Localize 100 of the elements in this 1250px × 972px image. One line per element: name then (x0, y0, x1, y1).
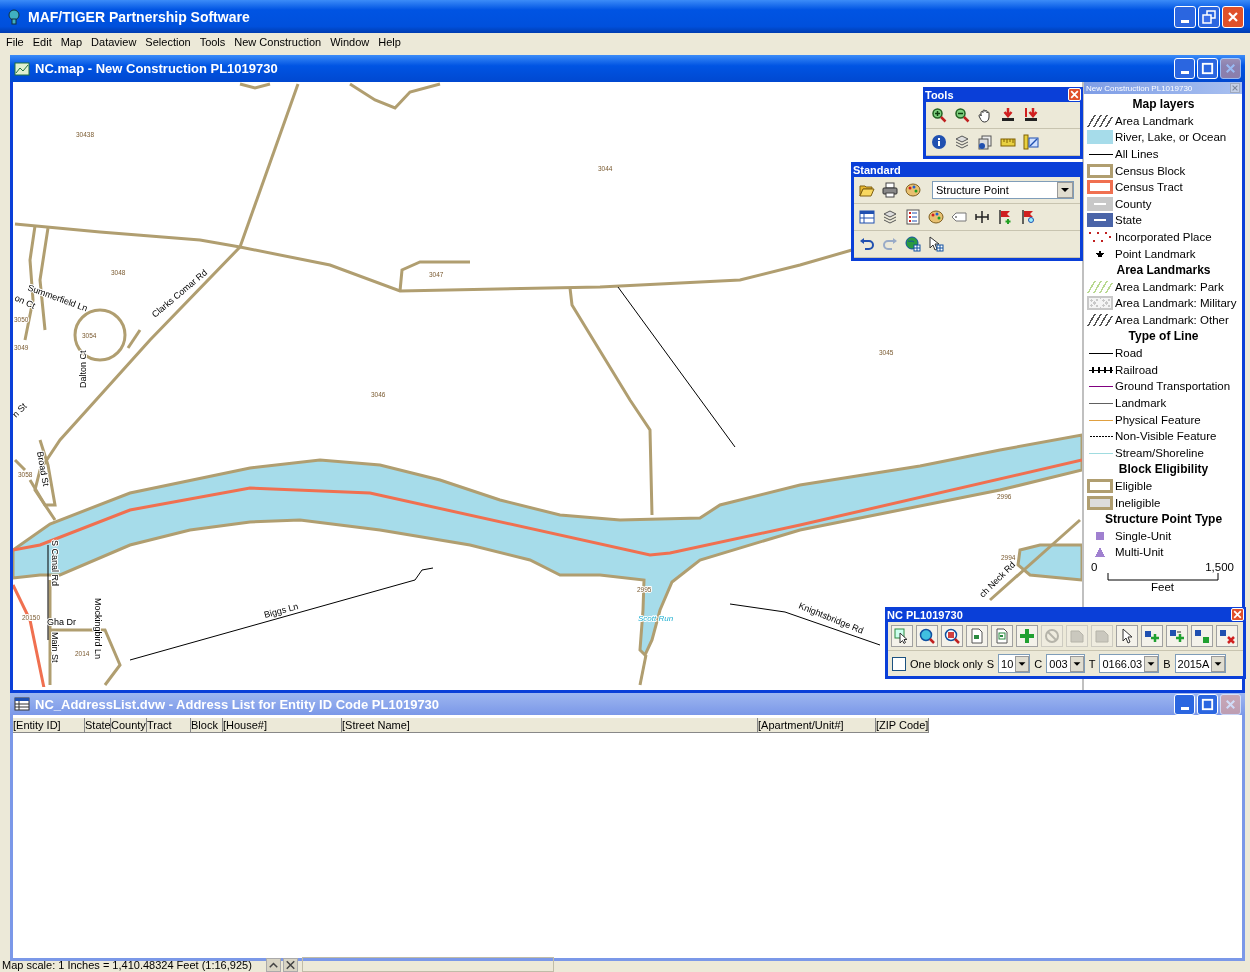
globe-grid-icon (905, 236, 921, 252)
arrow-bar-icon (1023, 107, 1039, 123)
point-move-button[interactable] (1166, 625, 1188, 647)
flag-search-icon (1020, 209, 1036, 225)
arrow-down-icon (1000, 107, 1016, 123)
legend-label: Railroad (1115, 363, 1158, 376)
restore-button[interactable] (1198, 5, 1220, 28)
code-dropdown[interactable]: 10 (998, 654, 1031, 673)
table-button[interactable] (857, 207, 877, 227)
zoom-map-button[interactable] (916, 625, 938, 647)
point-plus-button[interactable] (1141, 625, 1163, 647)
globe-grid-button[interactable] (903, 234, 923, 254)
minimize-button[interactable] (1174, 693, 1195, 715)
legend-heading: Map layers (1131, 96, 1196, 113)
minimize-button[interactable] (1174, 5, 1196, 28)
plus-button[interactable] (1016, 625, 1038, 647)
page-copy-button[interactable] (991, 625, 1013, 647)
street-name: Broad St (35, 450, 51, 487)
street-name: Dalton Ct (78, 350, 88, 388)
column-header[interactable]: [ZIP Code] (876, 718, 929, 733)
hand-icon (977, 107, 993, 123)
code-dropdown[interactable]: 2015A (1174, 654, 1227, 673)
toolbar-title: Standard (853, 163, 902, 176)
legend-label: Eligible (1115, 479, 1153, 492)
maximize-button[interactable] (1197, 693, 1218, 715)
legend-label: Non-Visible Feature (1115, 430, 1217, 443)
menu-item[interactable]: New Construction (234, 35, 322, 48)
cursor-grid-button[interactable] (926, 234, 946, 254)
checkbox-label: One block only (910, 657, 983, 670)
page-copy-icon (994, 628, 1010, 644)
zoom-out-icon (954, 107, 970, 123)
maximize-button[interactable] (1197, 58, 1218, 79)
page-icon (969, 628, 985, 644)
layer-dropdown[interactable]: Structure Point (932, 181, 1074, 199)
minimize-icon (1181, 19, 1189, 23)
column-header[interactable]: County (111, 718, 147, 733)
menu-item[interactable]: Selection (145, 35, 191, 48)
street-name: Main St (50, 632, 60, 663)
restore-icon (1201, 8, 1217, 25)
redo-icon (882, 236, 898, 252)
select-label: T (1088, 657, 1096, 670)
column-header[interactable]: Tract (147, 718, 191, 733)
printer-button[interactable] (880, 180, 900, 200)
zoom-out-button[interactable] (952, 105, 972, 125)
menu-item[interactable]: File (6, 35, 24, 48)
maximize-icon (1200, 696, 1215, 712)
zoom-grid-button[interactable] (941, 625, 963, 647)
point-delete-button[interactable] (1216, 625, 1238, 647)
block-boundary (638, 654, 648, 686)
street-name: S Canal Rd (50, 540, 60, 587)
legend-label: Area Landmark: Park (1115, 280, 1224, 293)
menu-item[interactable]: Map (60, 35, 83, 48)
column-header[interactable]: [Apartment/Unit#] (758, 718, 876, 733)
undo-icon (859, 236, 875, 252)
column-header[interactable]: [Street Name] (342, 718, 758, 733)
menu-item[interactable]: Tools (199, 35, 226, 48)
menu-item[interactable]: Window (330, 35, 370, 48)
zoom-in-button[interactable] (929, 105, 949, 125)
column-header[interactable]: [House#] (223, 718, 342, 733)
cursor-button[interactable] (1116, 625, 1138, 647)
map-canvas[interactable] (13, 82, 1082, 687)
palette-button[interactable] (903, 180, 923, 200)
app-icon (6, 8, 22, 25)
page-button[interactable] (966, 625, 988, 647)
select-label: B (1163, 657, 1171, 670)
zoom-grid-icon (944, 628, 960, 644)
palette-button[interactable] (926, 207, 946, 227)
app-title: MAF/TIGER Partnership Software (28, 8, 251, 25)
legend-label: River, Lake, or Ocean (1115, 131, 1227, 144)
point-add-button[interactable] (1191, 625, 1213, 647)
list-button[interactable] (903, 207, 923, 227)
column-header[interactable]: State (85, 718, 111, 733)
checkbox[interactable] (892, 656, 906, 671)
pages-button[interactable] (975, 132, 995, 152)
scale-icon (974, 209, 990, 225)
cursor-select-button[interactable] (891, 625, 913, 647)
legend-label: Incorporated Place (1115, 231, 1212, 244)
legend-heading: Structure Point Type (1103, 510, 1224, 528)
menu-item[interactable]: Dataview (91, 35, 137, 48)
map-window-icon (14, 60, 30, 77)
street-name: n St (13, 401, 29, 420)
measure-button[interactable] (1021, 132, 1041, 152)
menu-item[interactable]: Help (378, 35, 401, 48)
info-button[interactable] (929, 132, 949, 152)
list-window-title: NC_AddressList.dvw - Address List for Entity ID Code PL1019730 (35, 696, 441, 712)
column-header[interactable]: Block (191, 718, 223, 733)
menu-item[interactable]: Edit (32, 35, 52, 48)
plus-icon (1019, 628, 1035, 644)
measure-icon (1023, 134, 1039, 150)
code-dropdown[interactable]: 0166.03 (1099, 654, 1160, 673)
code-dropdown[interactable]: 003 (1046, 654, 1085, 673)
legend-label: Area Landmark: Other (1115, 314, 1229, 326)
minimize-icon (1180, 71, 1189, 74)
close-x-icon (284, 958, 297, 971)
column-header[interactable]: [Entity ID] (13, 718, 85, 733)
legend-label: Ineligible (1115, 496, 1161, 509)
map-scale-text: Map scale: 1 Inches = 1,410.48324 Feet (1:16,925) (1, 958, 253, 971)
maximize-icon (1200, 61, 1215, 76)
minimize-button[interactable] (1174, 58, 1195, 79)
legend-label: County (1115, 197, 1152, 210)
